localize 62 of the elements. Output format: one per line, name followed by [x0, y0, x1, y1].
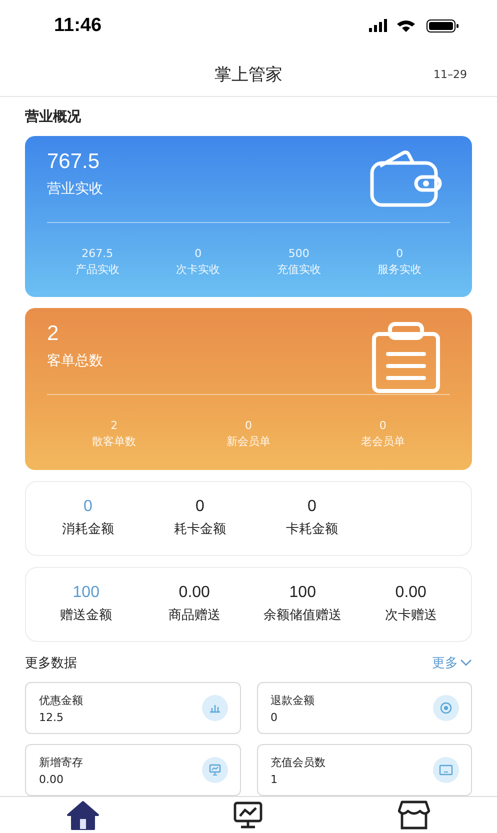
stat-value: 0 — [84, 498, 92, 516]
stat-value: 0 — [379, 419, 386, 432]
section-title: 更多数据 — [25, 655, 77, 672]
stat-label: 耗卡金额 — [174, 521, 226, 538]
tile-label: 退款金额 — [270, 692, 314, 708]
summary-value: 2 — [47, 322, 60, 346]
stat-label: 消耗金额 — [62, 521, 114, 538]
status-time: 11:46 — [54, 15, 102, 37]
stat-value: 100 — [289, 584, 316, 602]
data-tile[interactable]: 退款金额 0 — [256, 682, 472, 734]
tile-label: 充值会员数 — [270, 754, 326, 770]
stat-label: 新会员单 — [226, 434, 270, 450]
wifi-icon — [397, 20, 415, 32]
store-tab-icon[interactable] — [398, 800, 430, 830]
stat-label: 散客单数 — [92, 434, 136, 450]
stat-label: 服务实收 — [378, 262, 422, 277]
summary-label: 营业实收 — [47, 180, 103, 198]
stat-label: 老会员单 — [360, 434, 405, 450]
stat-label: 赠送金额 — [60, 607, 112, 624]
bar-chart-icon — [202, 695, 228, 721]
stat-label: 充值实收 — [276, 262, 321, 277]
stat-label: 次卡实收 — [176, 262, 220, 277]
section-title: 营业概况 — [25, 108, 82, 126]
stat-value: 0 — [196, 498, 204, 516]
tile-label: 新增寄存 — [39, 754, 83, 770]
stat-value: 0.00 — [178, 584, 210, 602]
stat-label: 产品实收 — [75, 262, 120, 277]
date-label[interactable]: 11–29 — [434, 68, 467, 80]
stat-value: 100 — [72, 584, 100, 602]
signal-icon — [369, 19, 387, 32]
tile-value: 0 — [270, 710, 278, 724]
chevron-down-icon — [460, 659, 472, 667]
target-icon — [433, 695, 459, 721]
summary-value: 767.5 — [47, 150, 101, 174]
stat-value: 0 — [308, 498, 316, 516]
stat-label: 余额储值赠送 — [264, 607, 342, 624]
wallet-icon — [370, 150, 442, 208]
stat-value: 0 — [396, 247, 404, 260]
home-tab-icon[interactable] — [66, 800, 100, 830]
stat-value: 2 — [110, 419, 118, 432]
battery-icon — [426, 20, 458, 32]
card-icon — [433, 757, 459, 783]
stat-label: 商品赠送 — [168, 607, 220, 624]
stat-value: 500 — [288, 247, 310, 260]
monitor-icon — [202, 757, 228, 783]
tile-label: 优惠金额 — [39, 692, 83, 708]
chart-monitor-tab-icon[interactable] — [233, 801, 264, 829]
stat-value: 0 — [244, 419, 252, 432]
data-tile[interactable]: 充值会员数 1 — [256, 744, 472, 796]
stat-label: 次卡赠送 — [384, 607, 437, 624]
tile-value: 0.00 — [39, 772, 64, 786]
data-tile[interactable]: 优惠金额 12.5 — [25, 682, 240, 734]
stat-label: 卡耗金额 — [286, 521, 338, 538]
stat-value: 0.00 — [395, 584, 426, 602]
stat-value: 267.5 — [82, 247, 114, 260]
stat-value: 0 — [194, 247, 202, 260]
clipboard-icon — [370, 322, 442, 394]
summary-label: 客单总数 — [47, 352, 103, 370]
tile-value: 1 — [270, 772, 278, 786]
data-tile[interactable]: 新增寄存 0.00 — [25, 744, 240, 796]
page-title: 掌上管家 — [214, 64, 282, 86]
tile-value: 12.5 — [39, 710, 64, 724]
